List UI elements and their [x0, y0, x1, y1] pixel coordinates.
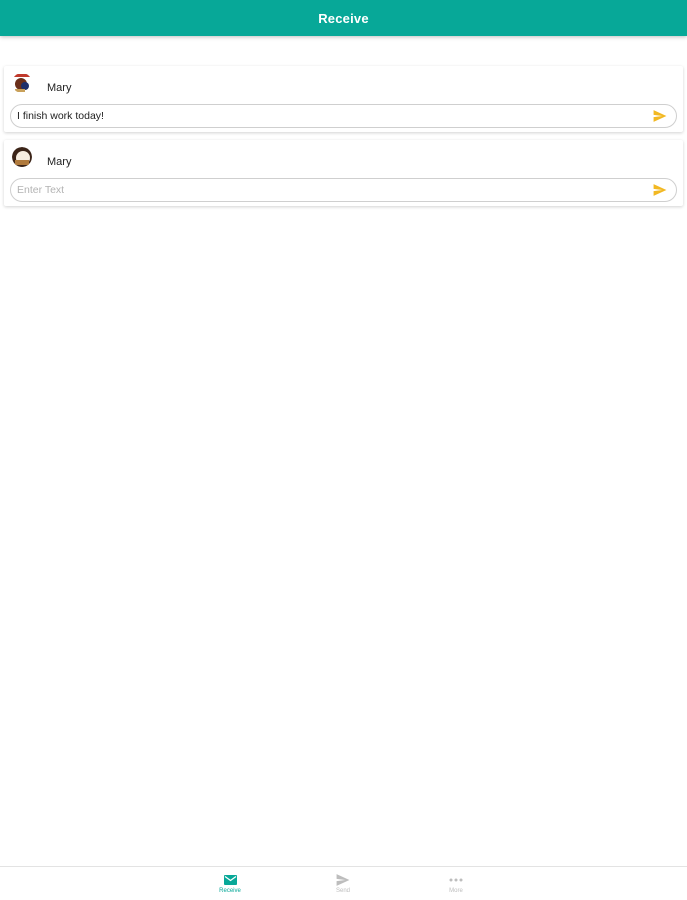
more-icon: [449, 874, 463, 886]
nav-item-receive[interactable]: Receive: [200, 874, 260, 898]
avatar: [12, 73, 32, 93]
message-header: Mary: [4, 66, 683, 102]
send-icon: [653, 110, 667, 122]
nav-label-send: Send: [335, 888, 350, 894]
message-field-wrap: [10, 178, 677, 202]
nav-label-more: More: [449, 888, 463, 894]
nav-item-send[interactable]: Send: [313, 874, 373, 898]
sender-name: Mary: [47, 82, 72, 94]
mail-icon: [223, 874, 237, 886]
sender-name: Mary: [47, 156, 72, 168]
send-button[interactable]: [652, 183, 668, 197]
send-icon: [653, 184, 667, 196]
bottom-navigation: Receive Send More: [0, 866, 687, 900]
nav-label-receive: Receive: [219, 888, 241, 894]
message-input[interactable]: [17, 108, 637, 124]
avatar: [12, 147, 32, 167]
send-icon: [336, 874, 350, 886]
message-field-wrap: [10, 104, 677, 128]
message-card: Mary: [4, 140, 683, 206]
app-root: Receive Mary I finish work today! Mary E…: [0, 0, 687, 900]
send-button[interactable]: [652, 109, 668, 123]
message-input[interactable]: [17, 182, 637, 198]
nav-item-more[interactable]: More: [426, 874, 486, 898]
message-header: Mary: [4, 140, 683, 176]
app-bar: Receive: [0, 0, 687, 36]
message-card: Mary: [4, 66, 683, 132]
page-title: Receive: [318, 10, 369, 26]
